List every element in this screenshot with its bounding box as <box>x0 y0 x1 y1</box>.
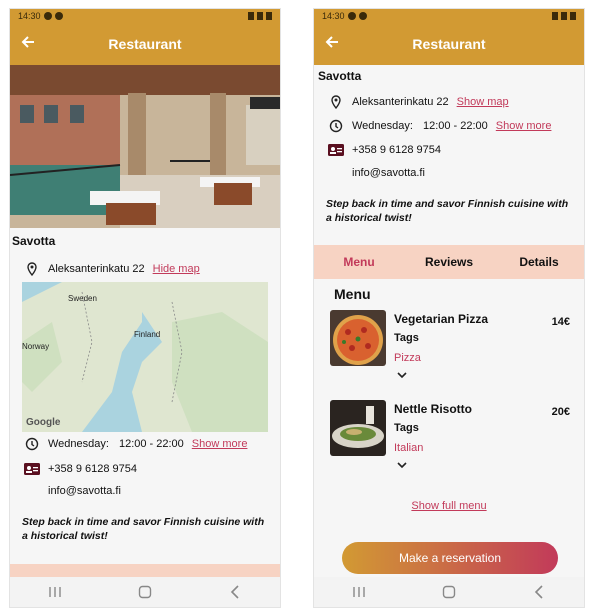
hide-map-link[interactable]: Hide map <box>153 263 200 275</box>
notification-icon <box>347 12 356 20</box>
map-land <box>22 282 268 432</box>
pizza-photo <box>330 310 386 366</box>
menu-item-name: Nettle Risotto <box>394 402 472 416</box>
location-pin-icon <box>328 94 344 110</box>
show-more-link[interactable]: Show more <box>192 438 248 450</box>
hours-time: 12:00 - 22:00 <box>118 438 184 450</box>
app-bar: Restaurant <box>314 23 584 65</box>
email-row: info@savotta.fi <box>352 167 425 179</box>
phone-number: +358 9 6128 9754 <box>48 463 138 475</box>
system-nav-bar <box>10 577 280 607</box>
battery-icon <box>266 12 272 20</box>
show-full-menu-link[interactable]: Show full menu <box>314 500 584 512</box>
contact-card-icon <box>328 142 344 158</box>
show-map-link[interactable]: Show map <box>457 96 509 108</box>
notification-icon <box>43 12 52 20</box>
location-pin-icon <box>24 261 40 277</box>
menu-item-tag[interactable]: Italian <box>394 442 423 454</box>
contact-card-icon <box>24 461 40 477</box>
home-icon[interactable] <box>429 580 469 604</box>
menu-section-title: Menu <box>334 286 371 302</box>
back-nav-icon[interactable] <box>519 580 559 604</box>
tab-menu[interactable]: Menu <box>314 255 404 269</box>
tab-details[interactable]: Details <box>494 255 584 269</box>
chevron-down-icon[interactable] <box>396 458 408 470</box>
signal-icon <box>248 12 254 20</box>
status-time: 14:30 <box>18 11 41 21</box>
back-nav-icon[interactable] <box>215 580 255 604</box>
hours-time: 12:00 - 22:00 <box>422 120 488 132</box>
risotto-photo <box>330 400 386 456</box>
menu-item-name: Vegetarian Pizza <box>394 312 489 326</box>
clock-icon <box>24 436 40 452</box>
recent-apps-icon[interactable] <box>339 580 379 604</box>
tab-reviews[interactable]: Reviews <box>404 255 494 269</box>
back-arrow-icon[interactable] <box>324 34 344 54</box>
status-bar: 14:30 <box>314 9 584 23</box>
map-label-norway: Norway <box>22 342 50 351</box>
notification-icon <box>54 12 63 20</box>
status-time: 14:30 <box>322 11 345 21</box>
menu-item-price: 14€ <box>551 316 570 328</box>
system-nav-bar <box>314 577 584 607</box>
page-title: Restaurant <box>412 36 486 52</box>
map-view[interactable]: Sweden Finland Norway Google <box>22 282 268 432</box>
restaurant-description: Step back in time and savor Finnish cuis… <box>326 198 569 224</box>
hours-day: Wednesday: <box>48 438 109 450</box>
address-text: Aleksanterinkatu 22 <box>352 96 449 108</box>
home-icon[interactable] <box>125 580 165 604</box>
map-label-finland: Finland <box>134 330 161 339</box>
phone-row: +358 9 6128 9754 <box>328 142 441 158</box>
phone-screen-right: 14:30 Restaurant Savotta Aleksanterinkat… <box>313 8 585 608</box>
app-bar: Restaurant <box>10 23 280 65</box>
wifi-icon <box>257 12 263 20</box>
restaurant-description: Step back in time and savor Finnish cuis… <box>22 516 265 542</box>
clock-icon <box>328 118 344 134</box>
restaurant-photo <box>10 65 280 228</box>
chevron-down-icon[interactable] <box>396 368 408 380</box>
status-bar: 14:30 <box>10 9 280 23</box>
menu-item-price: 20€ <box>551 406 570 418</box>
map-label-sweden: Sweden <box>68 294 97 303</box>
email-row: info@savotta.fi <box>48 485 121 497</box>
menu-item[interactable]: Vegetarian Pizza Tags Pizza 14€ <box>330 310 570 390</box>
menu-item[interactable]: Nettle Risotto Tags Italian 20€ <box>330 400 570 480</box>
make-reservation-button[interactable]: Make a reservation <box>342 542 558 574</box>
menu-item-tags-label: Tags <box>394 332 419 344</box>
phone-row: +358 9 6128 9754 <box>24 461 137 477</box>
show-more-link[interactable]: Show more <box>496 120 552 132</box>
hours-row: Wednesday: 12:00 - 22:00 Show more <box>24 436 247 452</box>
menu-item-tags-label: Tags <box>394 422 419 434</box>
hours-day: Wednesday: <box>352 120 413 132</box>
phone-number: +358 9 6128 9754 <box>352 144 442 156</box>
address-row: Aleksanterinkatu 22 Hide map <box>24 261 200 277</box>
restaurant-name: Savotta <box>12 234 56 248</box>
recent-apps-icon[interactable] <box>35 580 75 604</box>
tabs-bar-partial <box>10 564 280 578</box>
back-arrow-icon[interactable] <box>20 34 40 54</box>
page-title: Restaurant <box>108 36 182 52</box>
address-row: Aleksanterinkatu 22 Show map <box>328 94 509 110</box>
hours-row: Wednesday: 12:00 - 22:00 Show more <box>328 118 551 134</box>
map-provider-logo: Google <box>26 417 61 428</box>
address-text: Aleksanterinkatu 22 <box>48 263 145 275</box>
tabs-bar: Menu Reviews Details <box>314 245 584 279</box>
notification-icon <box>358 12 367 20</box>
phone-screen-left: 14:30 Restaurant Savotta Aleksanterinkat <box>9 8 281 608</box>
menu-item-tag[interactable]: Pizza <box>394 352 421 364</box>
restaurant-name: Savotta <box>318 69 362 83</box>
wifi-icon <box>561 12 567 20</box>
email-text: info@savotta.fi <box>48 485 121 497</box>
signal-icon <box>552 12 558 20</box>
battery-icon <box>570 12 576 20</box>
email-text: info@savotta.fi <box>352 167 425 179</box>
